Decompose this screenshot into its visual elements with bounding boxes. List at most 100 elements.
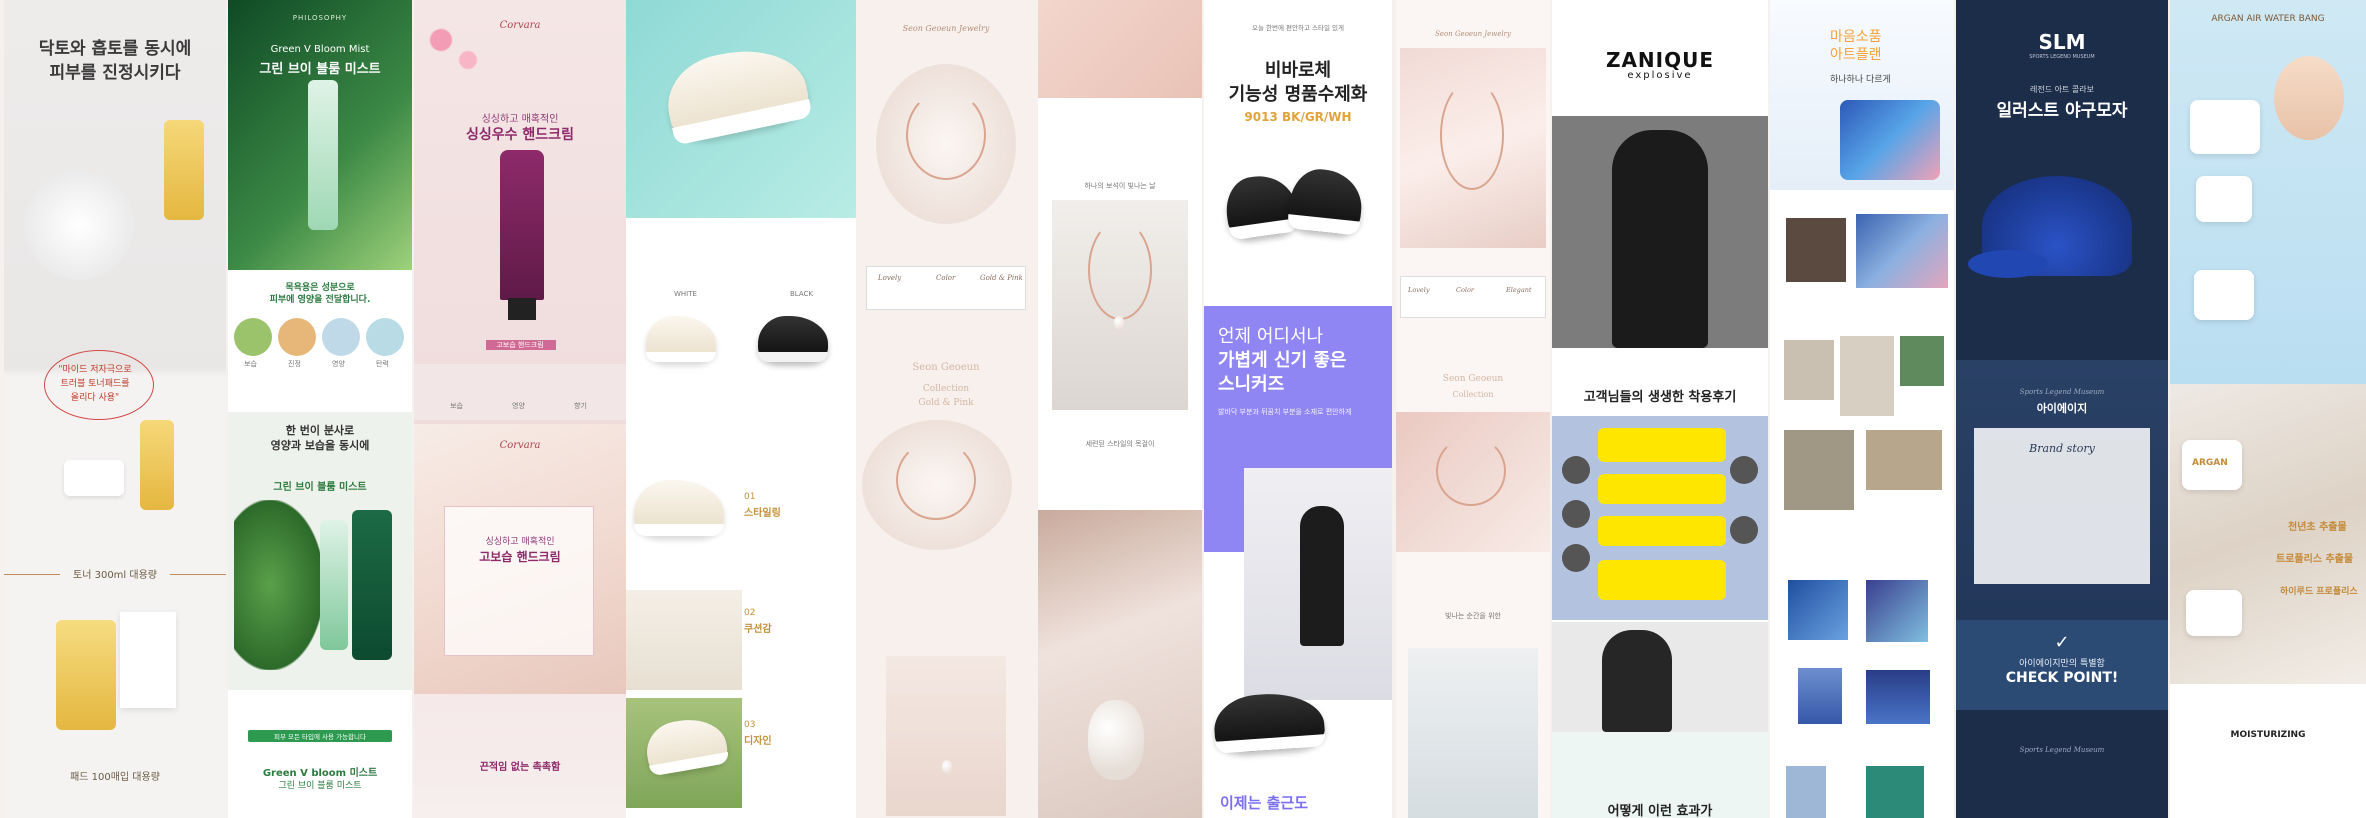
toner-bottle-2	[140, 420, 174, 510]
toner-bottle	[164, 120, 204, 220]
mist-box	[352, 510, 392, 660]
intro-2: 피부에 영양을 전달합니다.	[269, 295, 371, 305]
panel-jewelry-a: Seon Geoeun Jewelry Lovely Color Gold & …	[856, 0, 1036, 818]
purple-line-2: 가볍게 신기 좋은	[1218, 350, 1347, 371]
cotton-pad	[24, 170, 134, 280]
icon-label-3: 영양	[332, 360, 345, 368]
check-small: 아이에이지만의 특별함	[2019, 659, 2105, 669]
white-shoe	[646, 316, 716, 362]
leaves-graphic	[234, 500, 324, 670]
script-title: Seon Geoeun	[912, 362, 980, 373]
title-2: 아트플랜	[1830, 47, 1882, 63]
purple-line-1: 언제 어디서나	[1218, 326, 1324, 347]
panel-argan: ARGAN AIR WATER BANG ARGAN 천년초 추출물 트로플리스…	[2170, 0, 2366, 818]
bottom-title: MOISTURIZING	[2230, 730, 2306, 740]
icon-circle-3	[322, 318, 360, 356]
ingredient-3: 하이루드 프로폴리스	[2280, 587, 2358, 597]
panel-toner: 닥토와 흡토를 동시에 피부를 진정시키다 "마이드 저자극으로 트러블 토너패…	[4, 0, 226, 818]
tube-cap	[508, 298, 536, 320]
icon-circle-1	[234, 318, 272, 356]
gallery-4	[1784, 430, 1854, 510]
caption: 빛나는 순간을 위한	[1445, 612, 1501, 620]
ingredient-2: 트로플리스 추출물	[2276, 554, 2354, 565]
cream-tube	[500, 150, 544, 300]
feature-3-title: 디자인	[744, 736, 772, 747]
pattern-6	[1866, 766, 1924, 818]
gallery-5	[1866, 430, 1942, 490]
pattern-5	[1786, 766, 1826, 818]
title-1: 마음소품	[1830, 29, 1882, 45]
pendant-photo	[886, 656, 1006, 816]
pattern-4	[1866, 670, 1930, 724]
scarf-graphic	[1840, 100, 1940, 180]
necklace-c	[1440, 80, 1504, 190]
brand-label: PHILOSOPHY	[292, 14, 348, 22]
handwriting-3: 올리다 사용"	[70, 393, 120, 403]
necklace-c-2	[1436, 436, 1506, 506]
panel-zanique: ZANIQUE explosive 고객님들의 생생한 착용후기 어떻게 이런 …	[1552, 0, 1768, 818]
avatar-3	[1562, 544, 1590, 572]
jar-2	[2196, 176, 2252, 222]
icon-label-1: 보습	[450, 402, 463, 410]
brand-sub: SPORTS LEGEND MUSEUM	[2029, 54, 2095, 60]
badge: 고보습 핸드크림	[496, 341, 544, 349]
check-title: CHECK POINT!	[2005, 670, 2119, 686]
title: 싱싱우수 핸드크림	[466, 127, 574, 143]
title: ARGAN AIR WATER BANG	[2211, 14, 2325, 24]
subtitle: 싱싱하고 매혹적인	[481, 114, 559, 125]
script-line-3: Gold & Pink	[918, 398, 974, 408]
headline-2: 피부를 진정시키다	[49, 63, 181, 83]
handwriting-1: "마이드 저자극으로	[58, 365, 132, 375]
bottom-title: 끈적임 없는 촉촉함	[479, 762, 561, 773]
brand-mid: Corvara	[499, 440, 541, 451]
caption: 하나의 보석이 빛나는 날	[1084, 182, 1156, 190]
cream-card	[444, 506, 594, 656]
refill-label: 패드 100매입 대용량	[70, 772, 160, 783]
cap-bill	[1968, 250, 2048, 278]
section-title-2: 영양과 보습을 동시에	[270, 439, 370, 452]
icon-circle-2	[278, 318, 316, 356]
label-white: WHITE	[674, 290, 697, 298]
reviews-title: 고객님들의 생생한 착용후기	[1583, 390, 1737, 405]
marble-bg	[2170, 384, 2366, 684]
panel-jewelry-c: Seon Geoeun Jewelry Lovely Color Elegant…	[1396, 0, 1550, 818]
pattern-3	[1798, 668, 1842, 724]
icon-label-3: 향기	[574, 402, 587, 410]
brand: SLM	[2038, 30, 2086, 54]
jar-5	[2186, 590, 2242, 636]
feature-3-num: 03	[744, 720, 756, 730]
story-label: 아이에이지	[2036, 402, 2088, 415]
artist-photo	[1786, 218, 1846, 282]
necklace-2	[896, 440, 976, 520]
mist-bottle	[308, 80, 338, 230]
cta-badge-text: 피부 모든 타입에 사용 가능합니다	[274, 733, 366, 741]
gallery-3	[1900, 336, 1944, 386]
avatar-4	[1730, 456, 1758, 484]
icon-label-4: 탄력	[376, 360, 389, 368]
shoe-detail-2	[626, 590, 742, 690]
subtitle: 하나하나 다르게	[1830, 75, 1891, 85]
purple-body: 발바닥 부분과 뒤꿈치 부분을 소재로 편안하게	[1218, 408, 1352, 416]
label-black: BLACK	[790, 290, 814, 298]
script-line-2: Collection	[1452, 390, 1494, 399]
bust-photo	[1408, 648, 1538, 818]
headline-1: 닥토와 흡토를 동시에	[38, 39, 192, 59]
hero-shoe-2	[1286, 166, 1366, 236]
model-figure	[1602, 630, 1672, 732]
pattern-2	[1866, 580, 1928, 642]
review-bubble-4	[1598, 560, 1726, 600]
brand-story: Brand story	[2029, 442, 2095, 455]
options-box	[866, 266, 1026, 310]
shoe-detail-1	[634, 480, 724, 536]
feature-1-title: 스타일링	[744, 508, 781, 519]
color-code: 9013 BK/GR/WH	[1244, 110, 1352, 124]
model-face	[2274, 56, 2344, 140]
title: 일러스트 야구모자	[1996, 101, 2128, 121]
volume-label: 토너 300ml 대용량	[60, 566, 170, 581]
title-2: 기능성 명품수제화	[1228, 84, 1368, 105]
icon-label-2: 진정	[288, 360, 301, 368]
bottom-ko: 그린 브이 블룸 미스트	[278, 781, 362, 791]
panel-jewelry-b: 하나의 보석이 빛나는 날 세련된 스타일의 목걸이	[1038, 0, 1202, 818]
avatar-1	[1562, 456, 1590, 484]
brand-script: Seon Geoeun Jewelry	[902, 24, 990, 33]
